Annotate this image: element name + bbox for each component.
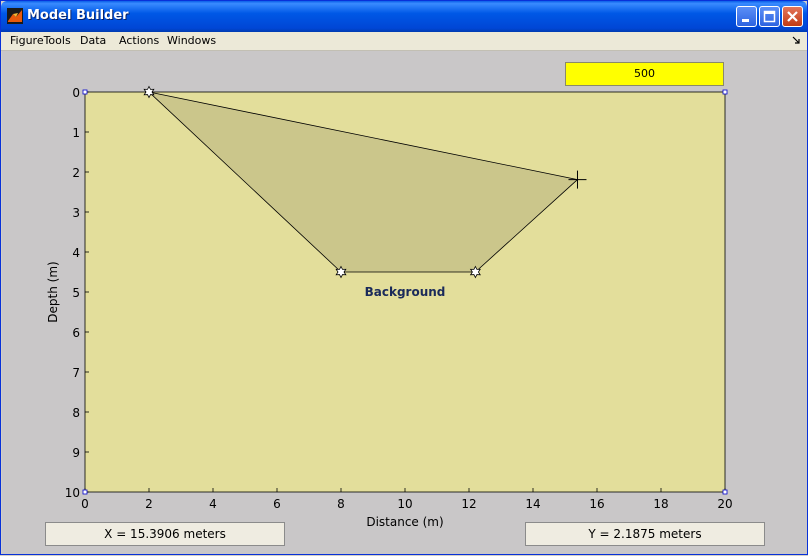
matlab-logo-icon bbox=[7, 8, 23, 24]
x-coordinate-readout: X = 15.3906 meters bbox=[45, 522, 285, 546]
y-coordinate-readout: Y = 2.1875 meters bbox=[525, 522, 765, 546]
close-button[interactable] bbox=[782, 6, 803, 27]
dock-arrow-icon[interactable] bbox=[792, 36, 801, 45]
menu-bar: FigureTools Data Actions Windows bbox=[1, 32, 807, 51]
minimize-icon bbox=[742, 19, 749, 22]
maximize-button[interactable] bbox=[759, 6, 780, 27]
close-icon bbox=[787, 11, 798, 22]
figure-area bbox=[2, 51, 807, 554]
minimize-button[interactable] bbox=[736, 6, 757, 27]
menu-actions[interactable]: Actions bbox=[119, 34, 159, 47]
window-title: Model Builder bbox=[27, 8, 129, 23]
maximize-icon bbox=[763, 10, 776, 23]
menu-figuretools[interactable]: FigureTools bbox=[10, 34, 71, 47]
title-bar[interactable]: Model Builder bbox=[1, 1, 807, 32]
model-builder-window: Model Builder FigureTools Data Actions W… bbox=[0, 0, 808, 555]
menu-data[interactable]: Data bbox=[80, 34, 106, 47]
value-display[interactable]: 500 bbox=[565, 62, 724, 86]
menu-windows[interactable]: Windows bbox=[167, 34, 216, 47]
